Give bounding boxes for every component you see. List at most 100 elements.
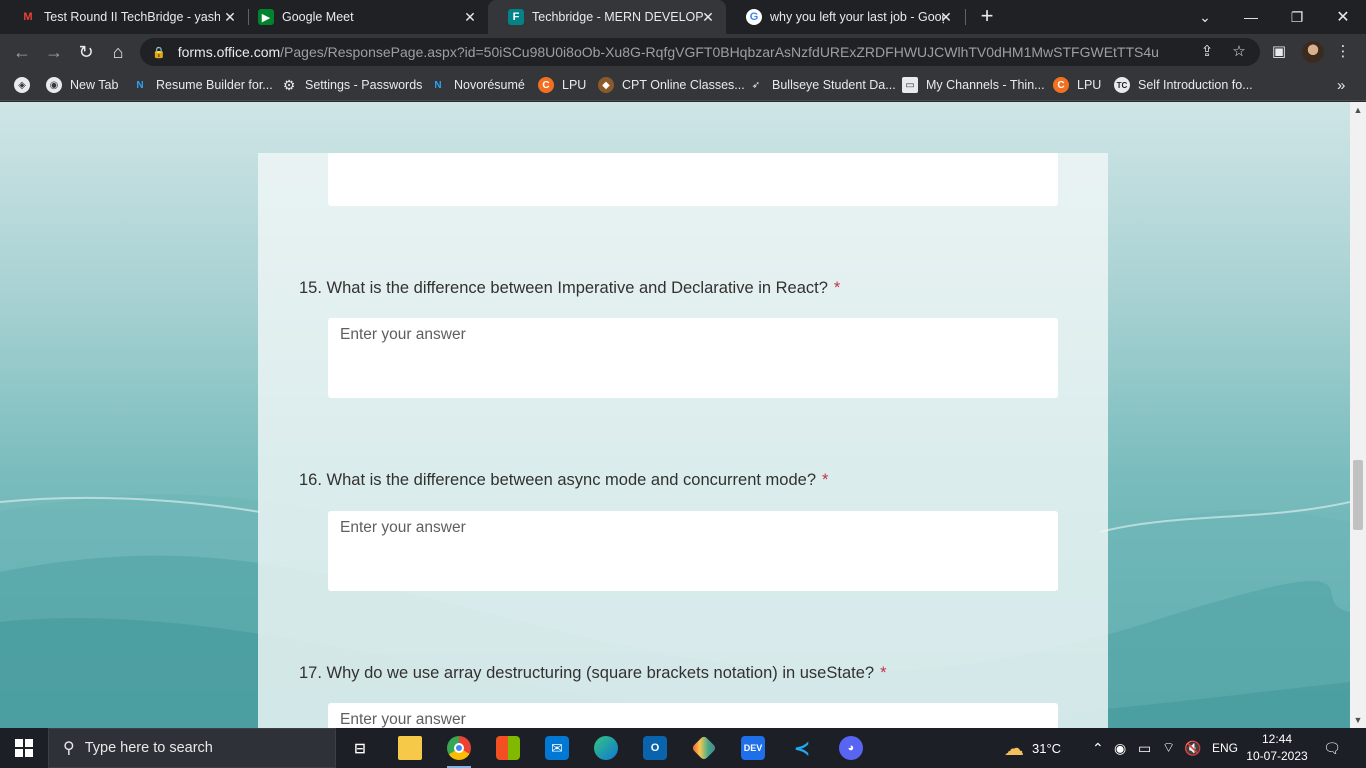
back-icon[interactable]: ←: [10, 40, 34, 64]
tab-techbridge-form[interactable]: F Techbridge - MERN DEVELOPER ( ✕: [488, 0, 726, 34]
bookmark-star-icon[interactable]: ☆: [1228, 41, 1250, 63]
answer-placeholder: Enter your answer: [340, 326, 466, 343]
required-asterisk: *: [822, 471, 829, 489]
chrome-icon[interactable]: [439, 732, 479, 768]
url-host: forms.office.com: [177, 44, 281, 60]
outlook-icon[interactable]: O: [635, 732, 675, 764]
clock-time: 12:44: [1261, 732, 1293, 746]
answer-placeholder: Enter your answer: [340, 519, 466, 536]
apps-icon[interactable]: ◈: [14, 70, 38, 100]
cpt-icon: ◆: [598, 77, 614, 93]
language-indicator[interactable]: ENG: [1212, 728, 1238, 768]
question-15: 15. What is the difference between Imper…: [299, 279, 840, 298]
notification-icon[interactable]: 🗨: [1322, 738, 1342, 758]
bookmark-novoresume[interactable]: N Novorésumé: [430, 70, 525, 100]
chat-icon: ▭: [902, 77, 918, 93]
tab-google-meet[interactable]: ▶ Google Meet ✕: [238, 0, 488, 34]
form-page: 15. What is the difference between Imper…: [0, 102, 1350, 728]
bookmark-settings-passwords[interactable]: ⚙ Settings - Passwords: [281, 70, 423, 100]
scrollbar-thumb[interactable]: [1353, 460, 1363, 530]
tc-icon: TC: [1114, 77, 1130, 93]
close-window-button[interactable]: ✕: [1320, 0, 1366, 34]
taskbar-search-box[interactable]: ⚲ Type here to search: [48, 728, 336, 768]
bookmarks-overflow-icon[interactable]: »: [1337, 70, 1345, 100]
bookmark-lpu[interactable]: C LPU: [538, 70, 586, 100]
bookmark-resume-builder[interactable]: N Resume Builder for...: [132, 70, 272, 100]
tab-google-search[interactable]: G why you left your last job - Goog ✕: [726, 0, 964, 34]
required-asterisk: *: [833, 279, 841, 297]
bookmark-lpu-2[interactable]: C LPU: [1053, 70, 1101, 100]
address-bar[interactable]: 🔒 forms.office.com/Pages/ResponsePage.as…: [140, 38, 1260, 66]
google-meet-icon: ▶: [258, 9, 274, 25]
share-icon[interactable]: ⇪: [1196, 41, 1218, 63]
battery-icon[interactable]: ▭: [1138, 728, 1151, 768]
dev-icon[interactable]: DEV: [733, 732, 773, 764]
bookmark-bullseye[interactable]: ➶ Bullseye Student Da...: [748, 70, 896, 100]
scroll-down-arrow-icon[interactable]: ▼: [1350, 712, 1366, 728]
tab-strip: M Test Round II TechBridge - yashol ✕ ▶ …: [0, 0, 1366, 34]
edge-icon[interactable]: [586, 732, 626, 764]
search-placeholder: Type here to search: [84, 740, 213, 756]
bookmarks-bar: ◈ ◉ New Tab N Resume Builder for... ⚙ Setti…: [0, 70, 1366, 101]
scroll-up-arrow-icon[interactable]: ▲: [1350, 102, 1366, 118]
close-tab-icon[interactable]: ✕: [462, 9, 478, 25]
side-panel-icon[interactable]: ▣: [1268, 41, 1290, 63]
bookmark-self-introduction[interactable]: TC Self Introduction fo...: [1114, 70, 1253, 100]
question-text: What is the difference between async mod…: [326, 471, 817, 489]
answer-input-17[interactable]: Enter your answer: [328, 703, 1058, 728]
tab-search-chevron-icon[interactable]: ⌄: [1182, 0, 1228, 34]
forward-icon[interactable]: →: [42, 40, 66, 64]
mail-icon[interactable]: ✉: [537, 732, 577, 764]
profile-avatar[interactable]: [1302, 41, 1324, 63]
tab-gmail[interactable]: M Test Round II TechBridge - yashol ✕: [0, 0, 248, 34]
volume-muted-icon[interactable]: 🔇: [1184, 728, 1201, 768]
novoresume-icon: N: [136, 79, 144, 91]
search-icon: ⚲: [63, 740, 75, 757]
microsoft-forms-icon: F: [508, 9, 524, 25]
file-explorer-icon[interactable]: [390, 732, 430, 764]
reload-icon[interactable]: ↻: [74, 40, 98, 64]
system-clock[interactable]: 12:44 10-07-2023: [1244, 731, 1310, 765]
question-number: 15.: [299, 279, 322, 297]
windows-taskbar: ⚲ Type here to search ⊟ ✉ O DEV ≺ ◕ ☁ 31…: [0, 728, 1366, 768]
close-tab-icon[interactable]: ✕: [222, 9, 238, 25]
restore-button[interactable]: ❐: [1274, 0, 1320, 34]
menu-kebab-icon[interactable]: ⋮: [1332, 41, 1354, 63]
close-tab-icon[interactable]: ✕: [938, 9, 954, 25]
vscode-icon[interactable]: ≺: [782, 732, 822, 764]
tab-title: Test Round II TechBridge - yashol: [44, 10, 220, 24]
google-icon: G: [746, 9, 762, 25]
show-hidden-icons-icon[interactable]: ⌃: [1092, 728, 1104, 768]
microsoft-store-icon[interactable]: [488, 732, 528, 764]
question-number: 16.: [299, 471, 322, 489]
task-view-icon[interactable]: ⊟: [340, 732, 380, 764]
answer-placeholder: Enter your answer: [340, 711, 466, 728]
lpu-icon: C: [538, 77, 554, 93]
start-button[interactable]: [0, 728, 48, 768]
record-icon[interactable]: ◉: [1114, 728, 1126, 768]
novoresume-icon: N: [434, 79, 442, 91]
minimize-button[interactable]: —: [1228, 0, 1274, 34]
gmail-icon: M: [23, 11, 33, 23]
weather-widget[interactable]: ☁ 31°C: [1004, 728, 1061, 768]
close-tab-icon[interactable]: ✕: [700, 9, 716, 25]
wifi-icon[interactable]: ⌔: [1162, 728, 1175, 768]
clock-date: 10-07-2023: [1246, 749, 1308, 763]
bookmark-my-channels[interactable]: ▭ My Channels - Thin...: [902, 70, 1045, 100]
question-17: 17. Why do we use array destructuring (s…: [299, 664, 886, 683]
discord-icon[interactable]: ◕: [831, 732, 871, 764]
url-path: /Pages/ResponsePage.aspx?id=50iSCu98U0i8…: [280, 44, 1159, 60]
weather-temp: 31°C: [1032, 740, 1062, 756]
globe-icon: ◉: [46, 77, 62, 93]
tab-title: why you left your last job - Goog: [770, 10, 944, 24]
home-icon[interactable]: ⌂: [106, 40, 130, 64]
git-icon[interactable]: [684, 732, 724, 764]
tab-title: Techbridge - MERN DEVELOPER (: [532, 10, 704, 24]
bookmark-new-tab[interactable]: ◉ New Tab: [46, 70, 118, 100]
page-scrollbar[interactable]: ▲ ▼: [1350, 102, 1366, 728]
answer-input-15[interactable]: Enter your answer: [328, 318, 1058, 398]
bookmark-cpt-online[interactable]: ◆ CPT Online Classes...: [598, 70, 745, 100]
previous-answer-input[interactable]: [328, 153, 1058, 206]
answer-input-16[interactable]: Enter your answer: [328, 511, 1058, 591]
new-tab-button[interactable]: +: [976, 5, 998, 27]
